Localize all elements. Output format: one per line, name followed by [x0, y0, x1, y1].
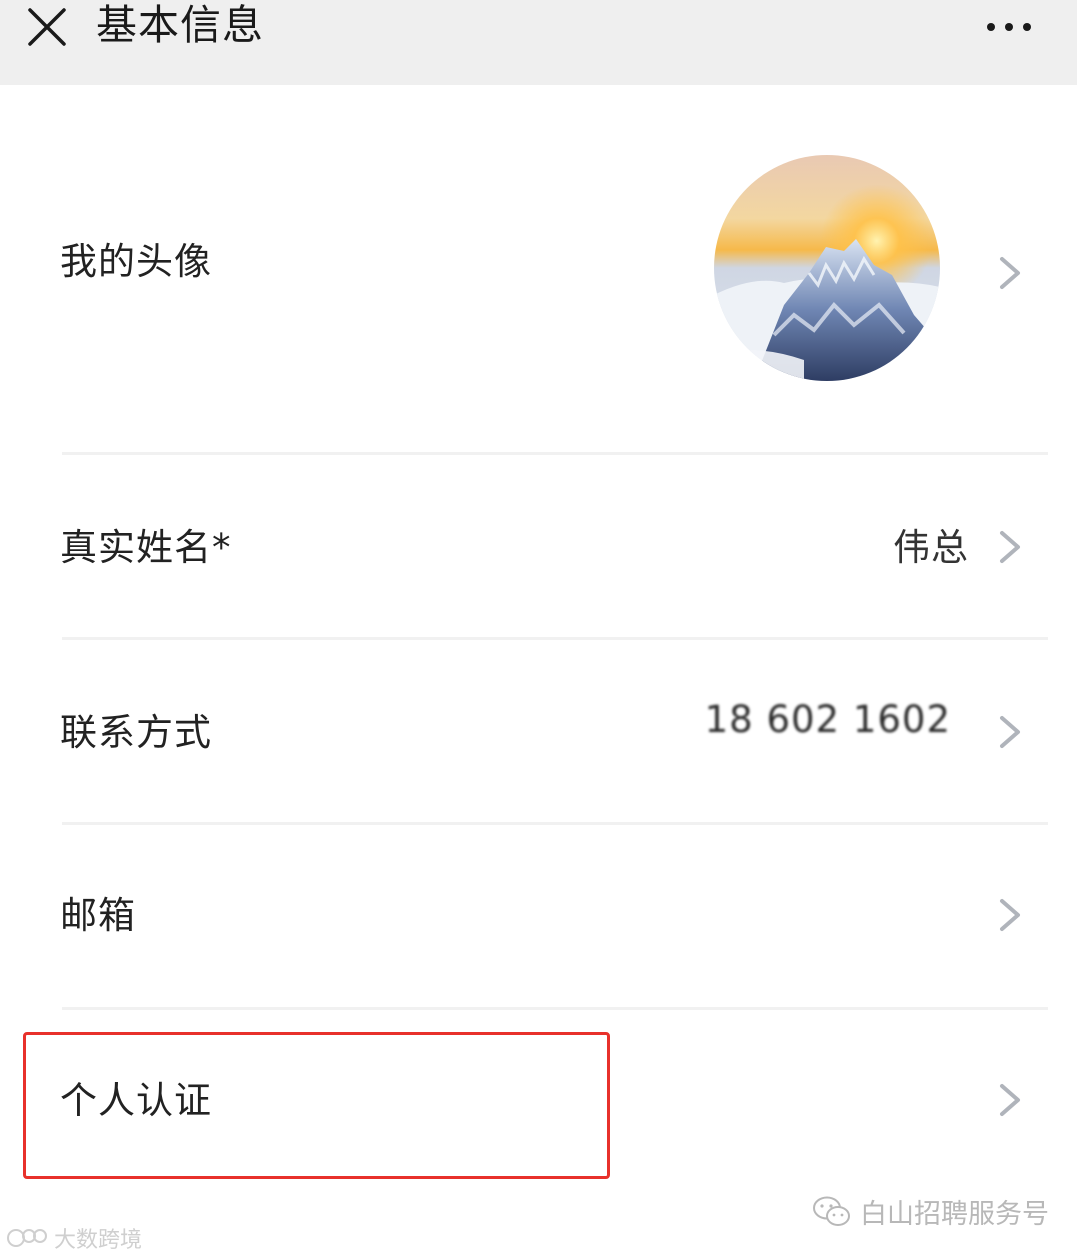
email-chevron: [996, 895, 1024, 935]
email-row[interactable]: 邮箱: [0, 825, 1077, 1010]
wechat-watermark-text: 白山招聘服务号: [860, 1199, 1049, 1230]
highlight-box: [23, 1032, 610, 1179]
wechat-icon: [813, 1196, 850, 1226]
wechat-watermark: 白山招聘服务号: [812, 1192, 1049, 1231]
contact-label: 联系方式: [60, 711, 212, 754]
real-name-row[interactable]: 真实姓名* 伟总: [0, 455, 1077, 640]
source-watermark-text: 大数跨境: [54, 1228, 143, 1253]
chevron-right-icon: [1000, 531, 1020, 563]
real-name-label: 真实姓名*: [60, 526, 232, 569]
logo-icon: [7, 1229, 47, 1247]
real-name-value: 伟总: [893, 526, 969, 569]
more-icon: [987, 23, 1031, 31]
avatar-image: [714, 155, 940, 381]
page-title: 基本信息: [96, 1, 264, 49]
contact-row[interactable]: 联系方式 18 602 1602: [0, 640, 1077, 825]
real-name-chevron: [996, 527, 1024, 567]
avatar-row[interactable]: 我的头像: [0, 85, 1077, 455]
close-icon: [28, 8, 66, 46]
contact-chevron: [996, 712, 1024, 752]
avatar[interactable]: [714, 155, 940, 381]
avatar-label: 我的头像: [60, 240, 212, 283]
contact-value: 18 602 1602: [704, 698, 951, 741]
personal-certification-chevron: [996, 1080, 1024, 1120]
more-button[interactable]: [982, 14, 1038, 40]
page: 基本信息 我的头像 真实姓名* 伟总 联系方式 18 602 1602 邮箱 个…: [0, 0, 1077, 1258]
close-button[interactable]: [22, 4, 72, 48]
chevron-right-icon: [1000, 899, 1020, 931]
chevron-right-icon: [1000, 1084, 1020, 1116]
chevron-right-icon: [1000, 716, 1020, 748]
chevron-right-icon: [1000, 257, 1020, 289]
avatar-chevron: [996, 253, 1024, 293]
email-label: 邮箱: [60, 894, 136, 937]
header-bar: 基本信息: [0, 0, 1077, 85]
source-watermark: 大数跨境: [6, 1222, 142, 1254]
